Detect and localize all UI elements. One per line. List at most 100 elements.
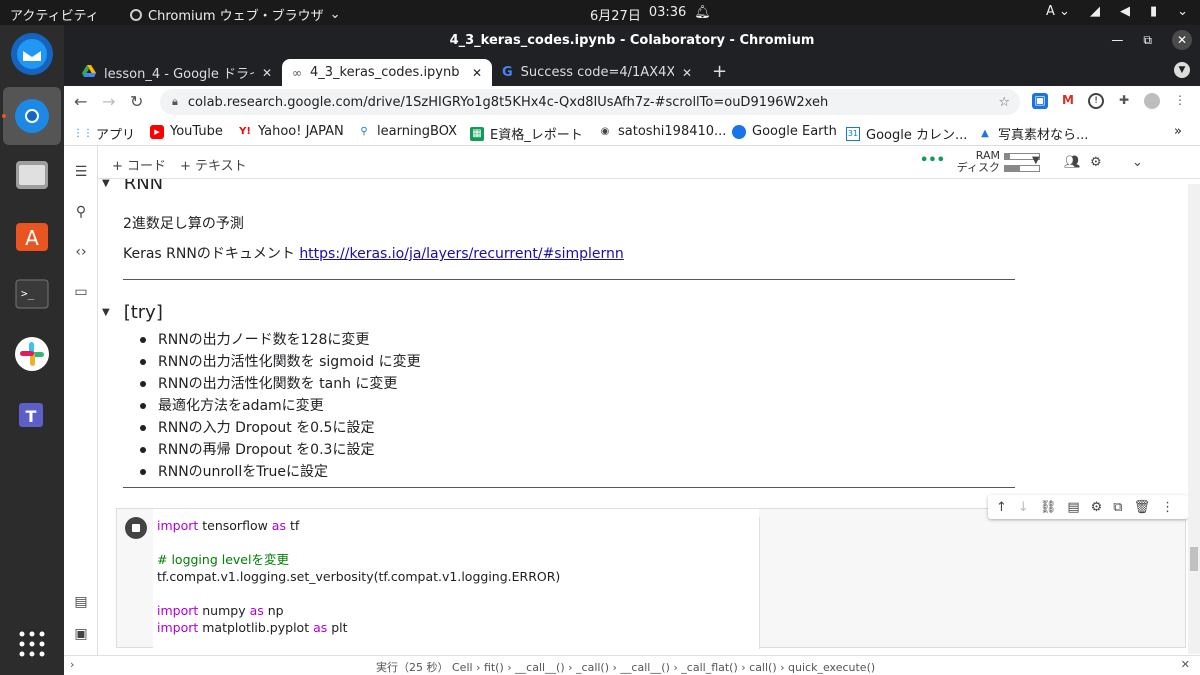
bookmark-star-icon[interactable]: ☆ — [998, 95, 1010, 110]
share-users-icon[interactable]: 👥︎ — [1064, 155, 1081, 170]
colab-icon: ∞ — [292, 65, 302, 80]
stop-execution-button[interactable] — [125, 517, 147, 539]
chevron-down-icon: ⌄ — [1177, 4, 1188, 19]
disk-label: ディスク — [956, 161, 1000, 174]
app-menu[interactable]: Chromium ウェブ・ブラウザ ⌄ — [130, 5, 341, 24]
files-icon[interactable] — [11, 153, 53, 195]
terminal-rail-icon[interactable]: ▣ — [73, 626, 89, 642]
list-item: RNNの入力 Dropout を0.5に設定 — [140, 417, 421, 439]
notebook-content: ▼ RNN 2進数足し算の予測 Keras RNNのドキュメント https:/… — [98, 179, 1200, 655]
thunderbird-icon[interactable] — [11, 33, 53, 75]
google-drive-icon — [82, 64, 96, 81]
earth-icon — [732, 124, 746, 139]
expand-status-icon[interactable]: › — [70, 658, 74, 671]
ubuntu-dock: A >_ T — [0, 25, 64, 675]
yahoo-icon: Y! — [239, 126, 251, 137]
more-bookmarks-icon[interactable]: » — [1174, 124, 1182, 139]
ruler-line — [759, 517, 760, 649]
activities-button[interactable]: アクティビティ — [10, 5, 99, 24]
forward-icon[interactable]: → — [102, 92, 115, 111]
minimize-icon[interactable]: — — [1111, 25, 1123, 56]
vertical-scrollbar[interactable] — [1188, 184, 1200, 654]
input-method-indicator[interactable]: A ⌄ — [1046, 4, 1070, 19]
alarm-bell-icon: 🔔︎ — [694, 5, 711, 20]
search-icon[interactable]: ⚲ — [73, 204, 89, 220]
text-binary-addition: 2進数足し算の予測 — [123, 216, 244, 232]
code-line: tf.compat.v1.logging.set_verbosity(tf.co… — [157, 569, 561, 584]
profile-avatar-icon[interactable] — [1144, 93, 1160, 109]
add-code-button[interactable]: + コード — [112, 155, 166, 174]
link-icon[interactable]: ⛓ — [1040, 500, 1057, 515]
bookmark-apps[interactable]: ⋮⋮ アプリ — [73, 124, 135, 143]
stop-icon — [132, 524, 140, 532]
delete-icon[interactable]: 🗑︎ — [1134, 500, 1151, 515]
collapse-caret-icon[interactable]: ▼ — [102, 307, 110, 318]
bookmark-satoshi[interactable]: ◉ satoshi198410... — [598, 124, 727, 139]
bookmarks-bar: ⋮⋮ アプリ ▶ YouTube Y! Yahoo! JAPAN ⚲ learningB… — [64, 118, 1200, 146]
connected-status-icon[interactable]: ••• — [920, 153, 945, 168]
bookmark-learningbox[interactable]: ⚲ learningBOX — [357, 124, 457, 139]
doc-prefix: Keras RNNのドキュメント — [123, 246, 300, 262]
bookmark-google-earth[interactable]: Google Earth — [732, 124, 837, 139]
bookmark-e-report[interactable]: ▦ E資格_レポート — [470, 124, 583, 143]
menu-kebab-icon[interactable]: ⋮ — [1172, 93, 1188, 109]
close-tab-icon[interactable]: ✕ — [682, 66, 692, 80]
date-label: 6月27日 — [590, 9, 641, 24]
system-tray[interactable]: A ⌄ ◢ ◀ ▮ ⌄ — [1046, 4, 1188, 19]
tab-search-icon[interactable]: ▼ — [1174, 62, 1190, 78]
close-tab-icon[interactable]: ✕ — [262, 66, 272, 80]
collapse-header-icon[interactable]: ⌄ — [1132, 155, 1143, 170]
tab-colab[interactable]: ∞ 4_3_keras_codes.ipynb - C ✕ — [282, 59, 492, 86]
comment-icon[interactable]: ▤ — [1067, 500, 1079, 515]
keras-doc-link[interactable]: https://keras.io/ja/layers/recurrent/#si… — [299, 246, 623, 262]
code-snippets-icon[interactable]: ‹› — [73, 244, 89, 260]
move-up-icon[interactable]: ↑ — [996, 500, 1007, 515]
close-status-icon[interactable]: ✕ — [1181, 658, 1190, 671]
move-down-icon[interactable]: ↓ — [1018, 500, 1029, 515]
scrollbar-thumb[interactable] — [1190, 547, 1198, 571]
collapse-caret-icon[interactable]: ▼ — [102, 179, 110, 189]
app-menu-label: Chromium ウェブ・ブラウザ — [148, 9, 324, 24]
gmail-icon[interactable]: M — [1060, 93, 1076, 109]
clock[interactable]: 6月27日 03:36 🔔︎ — [590, 5, 711, 24]
section-heading-rnn[interactable]: ▼ RNN — [102, 179, 163, 194]
address-bar[interactable]: 🔒︎ colab.research.google.com/drive/1SzHI… — [160, 89, 1020, 115]
bookmark-yahoo[interactable]: Y! Yahoo! JAPAN — [238, 124, 344, 139]
code-cell[interactable]: import tensorflow as tf # logging levelを… — [116, 508, 1186, 649]
show-applications-icon[interactable] — [11, 623, 53, 665]
info-extension-icon[interactable]: ! — [1088, 93, 1104, 109]
settings-gear-icon[interactable]: ⚙ — [1090, 155, 1102, 170]
code-editor[interactable]: import tensorflow as tf # logging levelを… — [153, 509, 759, 649]
chromium-dock-icon[interactable] — [3, 87, 61, 145]
reload-icon[interactable]: ↻ — [130, 92, 143, 111]
bookmark-photo[interactable]: ▲ 写真素材なら... — [978, 124, 1088, 143]
maximize-icon[interactable]: ⧉ — [1143, 25, 1152, 56]
resource-monitor[interactable]: RAM ディスク — [956, 150, 1040, 174]
code-keyword: as — [249, 603, 264, 618]
more-options-icon[interactable]: ⋮ — [1161, 500, 1174, 515]
files-folder-icon[interactable]: ▭ — [73, 284, 89, 300]
teams-icon[interactable]: T — [11, 393, 53, 435]
slack-icon[interactable] — [11, 333, 53, 375]
battery-icon: ▮ — [1149, 4, 1158, 19]
software-center-icon[interactable]: A — [11, 213, 53, 255]
back-icon[interactable]: ← — [74, 92, 87, 111]
section-heading-try[interactable]: ▼ [try] — [102, 302, 163, 323]
extension-calendar-icon[interactable]: ▣ — [1032, 93, 1048, 109]
extensions-puzzle-icon[interactable]: ✚ — [1116, 93, 1132, 109]
bookmark-google-calendar[interactable]: 31 Google カレン... — [846, 124, 967, 143]
tab-success-code[interactable]: G Success code=4/1AX4XfW ✕ — [492, 59, 702, 86]
mirror-cell-icon[interactable]: ⧉ — [1113, 500, 1122, 515]
bookmark-youtube[interactable]: ▶ YouTube — [150, 124, 223, 139]
add-text-button[interactable]: + テキスト — [180, 155, 247, 174]
command-palette-icon[interactable]: ▤ — [73, 594, 89, 610]
terminal-icon[interactable]: >_ — [11, 273, 53, 315]
close-tab-icon[interactable]: ✕ — [472, 66, 482, 80]
volume-icon: ◀ — [1119, 4, 1130, 19]
new-tab-button[interactable]: + — [712, 61, 727, 82]
cell-settings-icon[interactable]: ⚙ — [1091, 500, 1103, 515]
close-window-icon[interactable]: ✕ — [1172, 30, 1192, 50]
table-of-contents-icon[interactable]: ☰ — [73, 164, 89, 180]
tab-google-drive[interactable]: lesson_4 - Google ドライブ ✕ — [72, 59, 282, 86]
runtime-dropdown-icon[interactable]: ▼ — [1032, 155, 1040, 166]
